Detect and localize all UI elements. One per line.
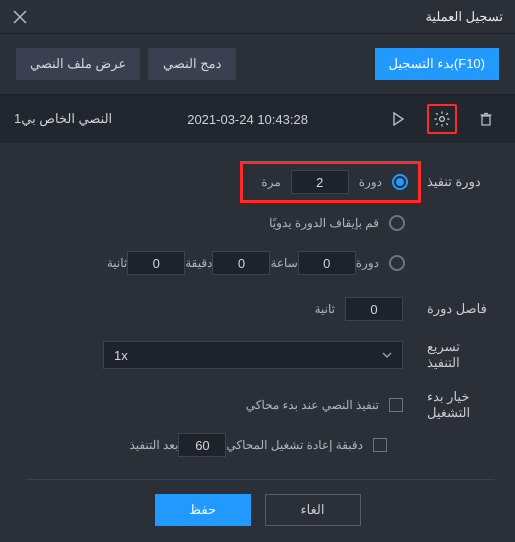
time-loop-seconds-label: ثانية <box>107 256 127 270</box>
loop-times-input[interactable] <box>291 170 349 194</box>
row-loop-interval: فاصل دورة ثانية <box>26 289 495 329</box>
row-loop-exec: دورة تنفيذ دورة مرة <box>26 161 495 203</box>
settings-button[interactable] <box>427 104 457 134</box>
time-loop-hours-input[interactable] <box>212 251 270 275</box>
row-speed: تسريع التنفيذ 1x <box>26 335 495 375</box>
close-button[interactable] <box>12 9 28 25</box>
script-name: النصي الخاص بي1 <box>14 111 112 127</box>
play-icon <box>390 111 406 127</box>
footer: الغاء حفظ <box>0 480 515 542</box>
cancel-button[interactable]: الغاء <box>265 494 361 526</box>
run-on-start-label: تنفيذ النصي عند بدء محاكي <box>246 398 379 412</box>
time-loop-minutes-label: دقيقة <box>185 256 212 270</box>
time-loop-minutes-input[interactable] <box>127 251 185 275</box>
radio-time-loop[interactable] <box>389 255 405 271</box>
speed-value: 1x <box>114 348 128 363</box>
delete-button[interactable] <box>471 104 501 134</box>
checkbox-restart-after[interactable] <box>373 438 387 452</box>
window-title: تسجيل العملية <box>425 9 503 25</box>
time-loop-loop-input[interactable] <box>298 251 356 275</box>
chevron-down-icon <box>382 350 392 360</box>
loop-interval-label: فاصل دورة <box>421 301 495 317</box>
loop-unit-after: مرة <box>261 175 280 189</box>
show-script-button[interactable]: عرض ملف النصي <box>16 48 140 80</box>
speed-select[interactable]: 1x <box>103 341 403 369</box>
start-record-button[interactable]: (F10)بدء التسجيل <box>375 48 500 80</box>
row-time-loop: دورة ساعة دقيقة ثانية <box>26 243 495 283</box>
loop-exec-label: دورة تنفيذ <box>421 174 495 190</box>
speed-label: تسريع التنفيذ <box>421 339 495 371</box>
loop-times-highlight: دورة مرة <box>240 161 421 203</box>
title-bar: تسجيل العملية <box>0 0 515 34</box>
play-button[interactable] <box>383 104 413 134</box>
save-button[interactable]: حفظ <box>155 494 251 526</box>
start-option-label: خيار بدء التشغيل <box>421 389 495 421</box>
radio-manual-pause[interactable] <box>389 215 405 231</box>
row-restart-after: دقبقة إعادة تشغيل المحاكي بعد التنفيذ <box>26 425 495 465</box>
manual-pause-label: قم بإيقاف الدورة يدويًا <box>269 216 379 230</box>
checkbox-run-on-start[interactable] <box>389 398 403 412</box>
script-bar: النصي الخاص بي1 2021-03-24 10:43:28 <box>0 95 515 143</box>
loop-interval-seconds-label: ثانية <box>315 302 335 316</box>
settings-form: دورة تنفيذ دورة مرة قم بإيقاف الدورة يدو… <box>0 143 515 480</box>
restart-after-minutes-input[interactable] <box>178 433 226 457</box>
toolbar: (F10)بدء التسجيل دمج النصي عرض ملف النصي <box>0 34 515 95</box>
restart-after-suffix: بعد التنفيذ <box>129 438 178 452</box>
time-loop-loop-label: دورة <box>356 256 379 270</box>
radio-loop-times[interactable] <box>392 174 408 190</box>
script-date: 2021-03-24 10:43:28 <box>126 112 369 127</box>
time-loop-hours-label: ساعة <box>270 256 297 270</box>
loop-unit-before: دورة <box>359 175 382 189</box>
restart-after-prefix: دقبقة إعادة تشغيل المحاكي <box>226 438 363 452</box>
row-start-option: خيار بدء التشغيل تنفيذ النصي عند بدء محا… <box>26 385 495 425</box>
trash-icon <box>478 111 494 127</box>
close-icon <box>12 9 28 25</box>
gear-icon <box>433 110 451 128</box>
loop-interval-input[interactable] <box>345 297 403 321</box>
row-manual-pause: قم بإيقاف الدورة يدويًا <box>26 203 495 243</box>
merge-script-button[interactable]: دمج النصي <box>148 48 236 80</box>
